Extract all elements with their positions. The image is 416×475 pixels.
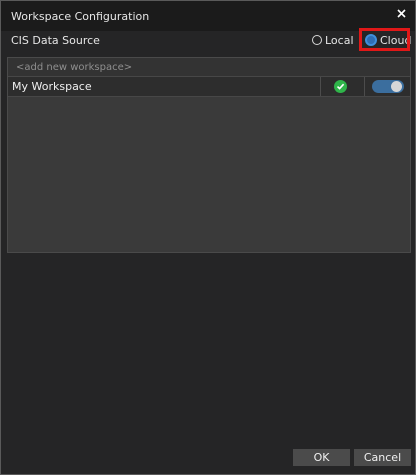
table-row[interactable]: My Workspace — [8, 77, 410, 97]
cancel-button[interactable]: Cancel — [354, 449, 411, 466]
column-divider — [364, 77, 365, 96]
toggle-knob — [391, 81, 402, 92]
radio-local-label: Local — [325, 33, 354, 47]
check-icon — [334, 80, 347, 93]
title-bar: Workspace Configuration — [1, 1, 415, 31]
column-divider — [320, 77, 321, 96]
radio-local-circle[interactable] — [312, 35, 322, 45]
workspace-configuration-dialog: Workspace Configuration CIS Data Source … — [0, 0, 416, 475]
dialog-title: Workspace Configuration — [11, 10, 150, 23]
radio-local[interactable]: Local — [312, 33, 354, 47]
radio-cloud[interactable]: Cloud — [365, 33, 411, 47]
workspace-enabled-toggle[interactable] — [372, 80, 404, 93]
add-workspace-input[interactable] — [8, 58, 410, 76]
close-icon[interactable] — [393, 5, 409, 21]
workspace-table: My Workspace — [7, 57, 411, 253]
workspace-name: My Workspace — [12, 80, 92, 93]
radio-cloud-circle[interactable] — [365, 34, 377, 46]
ok-button[interactable]: OK — [293, 449, 350, 466]
radio-cloud-label: Cloud — [380, 33, 412, 47]
data-source-label: CIS Data Source — [11, 34, 100, 47]
add-workspace-row[interactable] — [8, 58, 410, 77]
